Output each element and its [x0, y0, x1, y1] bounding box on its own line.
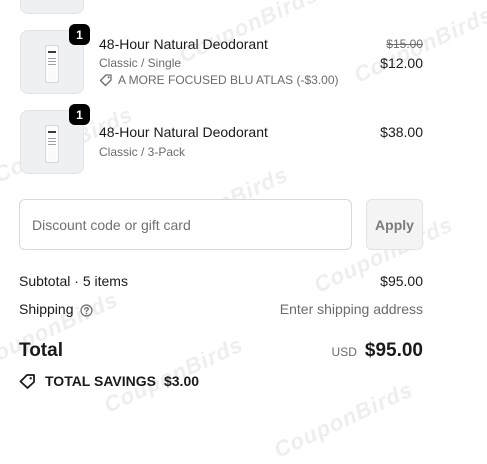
shipping-row: Shipping — [19, 301, 93, 317]
help-circle-icon[interactable] — [79, 303, 93, 317]
item-variant: Classic / Single — [99, 56, 182, 70]
quantity-badge: 1 — [69, 104, 90, 125]
total-label: Total — [19, 340, 63, 361]
item-discount: A MORE FOCUSED BLU ATLAS (-$3.00) — [99, 73, 339, 87]
watermark: CouponBirds — [175, 0, 322, 68]
quantity-badge: 1 — [69, 24, 90, 45]
total-value: $95.00 — [364, 340, 423, 361]
item-price: $12.00 — [380, 55, 423, 71]
apply-button[interactable]: Apply — [366, 199, 423, 250]
shipping-value: Enter shipping address — [279, 301, 423, 317]
item-title: 48-Hour Natural Deodorant — [99, 124, 268, 140]
currency-code: USD — [331, 345, 357, 359]
total-savings: TOTAL SAVINGS $3.00 — [19, 373, 199, 389]
deodorant-image — [45, 125, 59, 163]
discount-code-input[interactable] — [19, 199, 352, 250]
item-variant: Classic / 3-Pack — [99, 145, 186, 159]
discount-label: A MORE FOCUSED BLU ATLAS (-$3.00) — [118, 73, 339, 87]
original-price: $15.00 — [386, 37, 423, 51]
item-title: 48-Hour Natural Deodorant — [99, 36, 268, 52]
tag-icon — [19, 374, 35, 389]
savings-label: TOTAL SAVINGS — [45, 373, 156, 389]
tag-icon — [99, 74, 112, 87]
deodorant-image — [45, 45, 59, 83]
shipping-label: Shipping — [19, 301, 74, 317]
watermark: CouponBirds — [270, 376, 417, 463]
total-amount: USD $95.00 — [300, 340, 423, 362]
item-price: $38.00 — [380, 124, 423, 140]
savings-value: $3.00 — [163, 373, 200, 389]
subtotal-label: Subtotal · 5 items — [19, 273, 128, 289]
subtotal-value: $95.00 — [380, 273, 423, 289]
product-thumbnail — [20, 0, 84, 14]
